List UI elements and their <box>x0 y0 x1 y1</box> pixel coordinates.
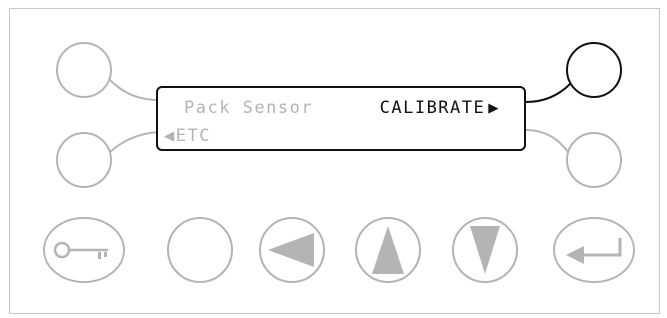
up-arrow-button[interactable] <box>355 217 421 283</box>
softkey-top-right-button[interactable] <box>566 42 622 98</box>
connector-top-right <box>525 83 571 103</box>
enter-button[interactable] <box>553 217 635 283</box>
left-arrow-button[interactable] <box>259 217 325 283</box>
control-panel-graphics <box>43 42 635 283</box>
down-arrow-button[interactable] <box>452 217 518 283</box>
etc-label: ETC <box>175 126 211 146</box>
connector-bottom-left <box>109 131 159 153</box>
key-button[interactable] <box>43 217 125 283</box>
softkey-bottom-right-button[interactable] <box>566 132 622 188</box>
connector-bottom-right <box>525 129 569 153</box>
softkey-top-left-button[interactable] <box>56 42 112 98</box>
right-triangle-icon: ▶ <box>488 98 500 118</box>
menu-title: Pack Sensor <box>184 98 314 118</box>
blank-button[interactable] <box>167 217 233 283</box>
lcd-display: Pack Sensor CALIBRATE ▶ ◀ETC <box>156 86 526 151</box>
left-triangle-icon: ◀ <box>164 126 176 146</box>
connector-top-left <box>109 79 159 101</box>
etc-option: ◀ETC <box>164 126 211 146</box>
calibrate-option: CALIBRATE ▶ <box>380 98 500 118</box>
calibrate-label: CALIBRATE <box>379 98 486 118</box>
softkey-bottom-left-button[interactable] <box>56 132 112 188</box>
